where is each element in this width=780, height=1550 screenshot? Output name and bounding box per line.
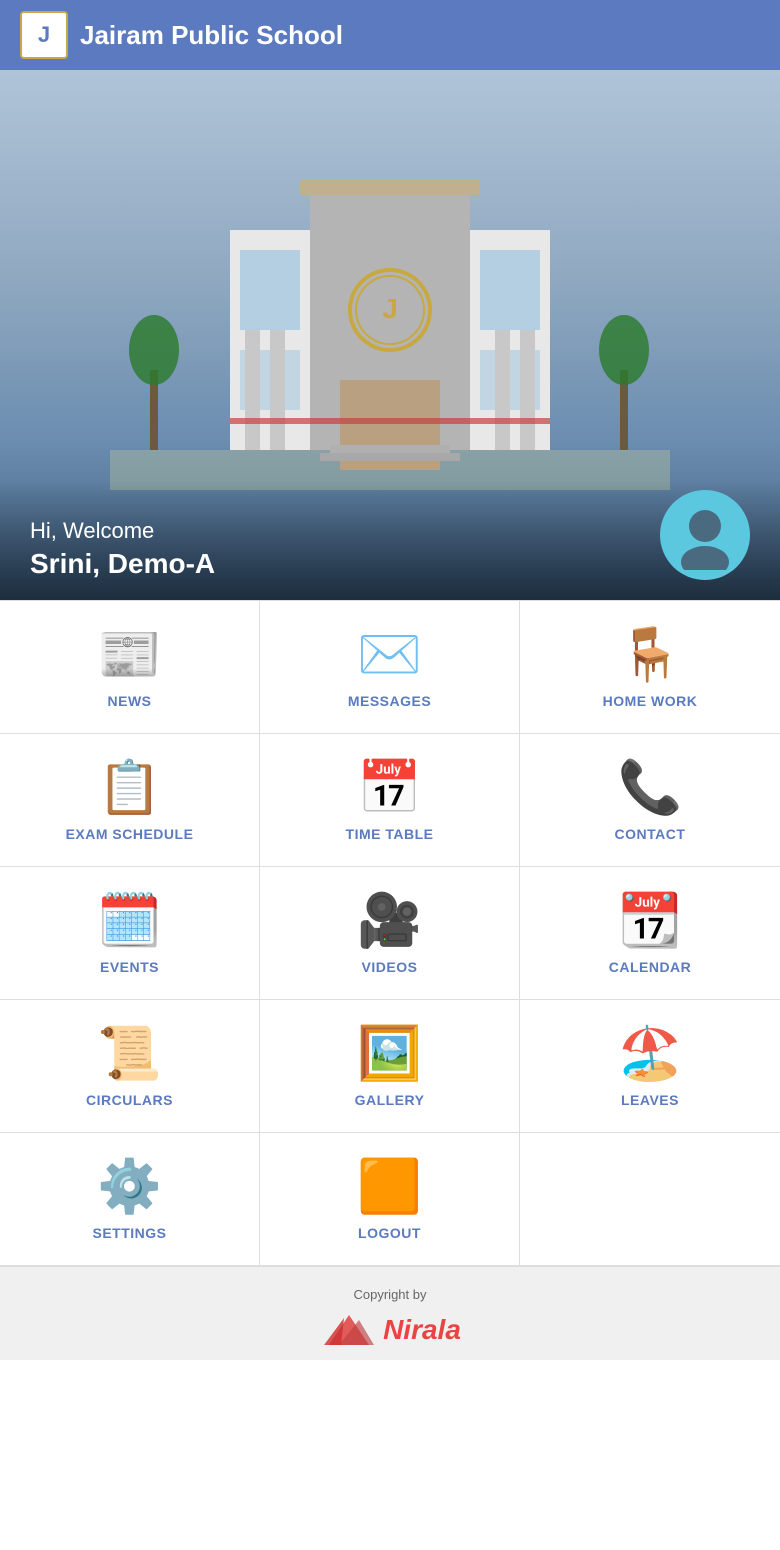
leaves-icon: 🏖️	[618, 1028, 683, 1080]
copyright-text: Copyright by	[10, 1287, 770, 1302]
grid-item-time-table[interactable]: 📅 TIME TABLE	[260, 734, 520, 867]
homework-label: HOME WORK	[603, 693, 698, 709]
grid-item-contact[interactable]: 📞 CONTACT	[520, 734, 780, 867]
logout-label: LOGOUT	[358, 1225, 421, 1241]
calendar-icon: 📆	[618, 895, 683, 947]
events-label: EVENTS	[100, 959, 159, 975]
calendar-label: CALENDAR	[609, 959, 692, 975]
footer-logo-icon	[319, 1310, 379, 1350]
news-label: NEWS	[108, 693, 152, 709]
grid-item-leaves[interactable]: 🏖️ LEAVES	[520, 1000, 780, 1133]
grid-item-calendar[interactable]: 📆 CALENDAR	[520, 867, 780, 1000]
svg-text:J: J	[382, 293, 398, 324]
time-table-icon: 📅	[357, 762, 422, 814]
gallery-icon: 🖼️	[357, 1028, 422, 1080]
school-name: Jairam Public School	[80, 20, 343, 51]
grid-item-homework[interactable]: 🪑 HOME WORK	[520, 601, 780, 734]
exam-schedule-icon: 📋	[97, 762, 162, 814]
avatar-icon	[670, 500, 740, 570]
logout-icon: 🟧	[357, 1161, 422, 1213]
videos-label: VIDEOS	[362, 959, 418, 975]
footer-brand-name: Nirala	[383, 1314, 461, 1346]
grid-item-news[interactable]: 📰 NEWS	[0, 601, 260, 734]
welcome-text: Hi, Welcome	[30, 518, 215, 544]
user-name: Srini, Demo-A	[30, 548, 215, 580]
app-header: J Jairam Public School	[0, 0, 780, 70]
hero-text-block: Hi, Welcome Srini, Demo-A	[30, 518, 215, 580]
building-illustration: J	[110, 150, 670, 490]
contact-label: CONTACT	[615, 826, 686, 842]
settings-icon: ⚙️	[97, 1161, 162, 1213]
time-table-label: TIME TABLE	[346, 826, 434, 842]
grid-item-logout[interactable]: 🟧 LOGOUT	[260, 1133, 520, 1266]
menu-grid: 📰 NEWS ✉️ MESSAGES 🪑 HOME WORK 📋 EXAM SC…	[0, 600, 780, 1266]
circulars-label: CIRCULARS	[86, 1092, 173, 1108]
grid-item-settings[interactable]: ⚙️ SETTINGS	[0, 1133, 260, 1266]
messages-label: MESSAGES	[348, 693, 431, 709]
exam-schedule-label: EXAM SCHEDULE	[66, 826, 194, 842]
grid-item-messages[interactable]: ✉️ MESSAGES	[260, 601, 520, 734]
settings-label: SETTINGS	[92, 1225, 166, 1241]
grid-item-gallery[interactable]: 🖼️ GALLERY	[260, 1000, 520, 1133]
homework-icon: 🪑	[618, 629, 683, 681]
hero-overlay: Hi, Welcome Srini, Demo-A	[0, 480, 780, 600]
app-footer: Copyright by Nirala	[0, 1266, 780, 1360]
grid-item-circulars[interactable]: 📜 CIRCULARS	[0, 1000, 260, 1133]
gallery-label: GALLERY	[355, 1092, 425, 1108]
grid-item-events[interactable]: 🗓️ EVENTS	[0, 867, 260, 1000]
leaves-label: LEAVES	[621, 1092, 679, 1108]
events-icon: 🗓️	[97, 895, 162, 947]
grid-item-videos[interactable]: 🎥 VIDEOS	[260, 867, 520, 1000]
news-icon: 📰	[97, 629, 162, 681]
contact-icon: 📞	[618, 762, 683, 814]
school-logo: J	[20, 11, 68, 59]
avatar	[660, 490, 750, 580]
grid-empty-cell	[520, 1133, 780, 1266]
hero-banner: J Hi, Welcome Srini, Demo-A	[0, 70, 780, 600]
videos-icon: 🎥	[357, 895, 422, 947]
circulars-icon: 📜	[97, 1028, 162, 1080]
grid-item-exam-schedule[interactable]: 📋 EXAM SCHEDULE	[0, 734, 260, 867]
footer-logo-area: Nirala	[10, 1310, 770, 1350]
messages-icon: ✉️	[357, 629, 422, 681]
